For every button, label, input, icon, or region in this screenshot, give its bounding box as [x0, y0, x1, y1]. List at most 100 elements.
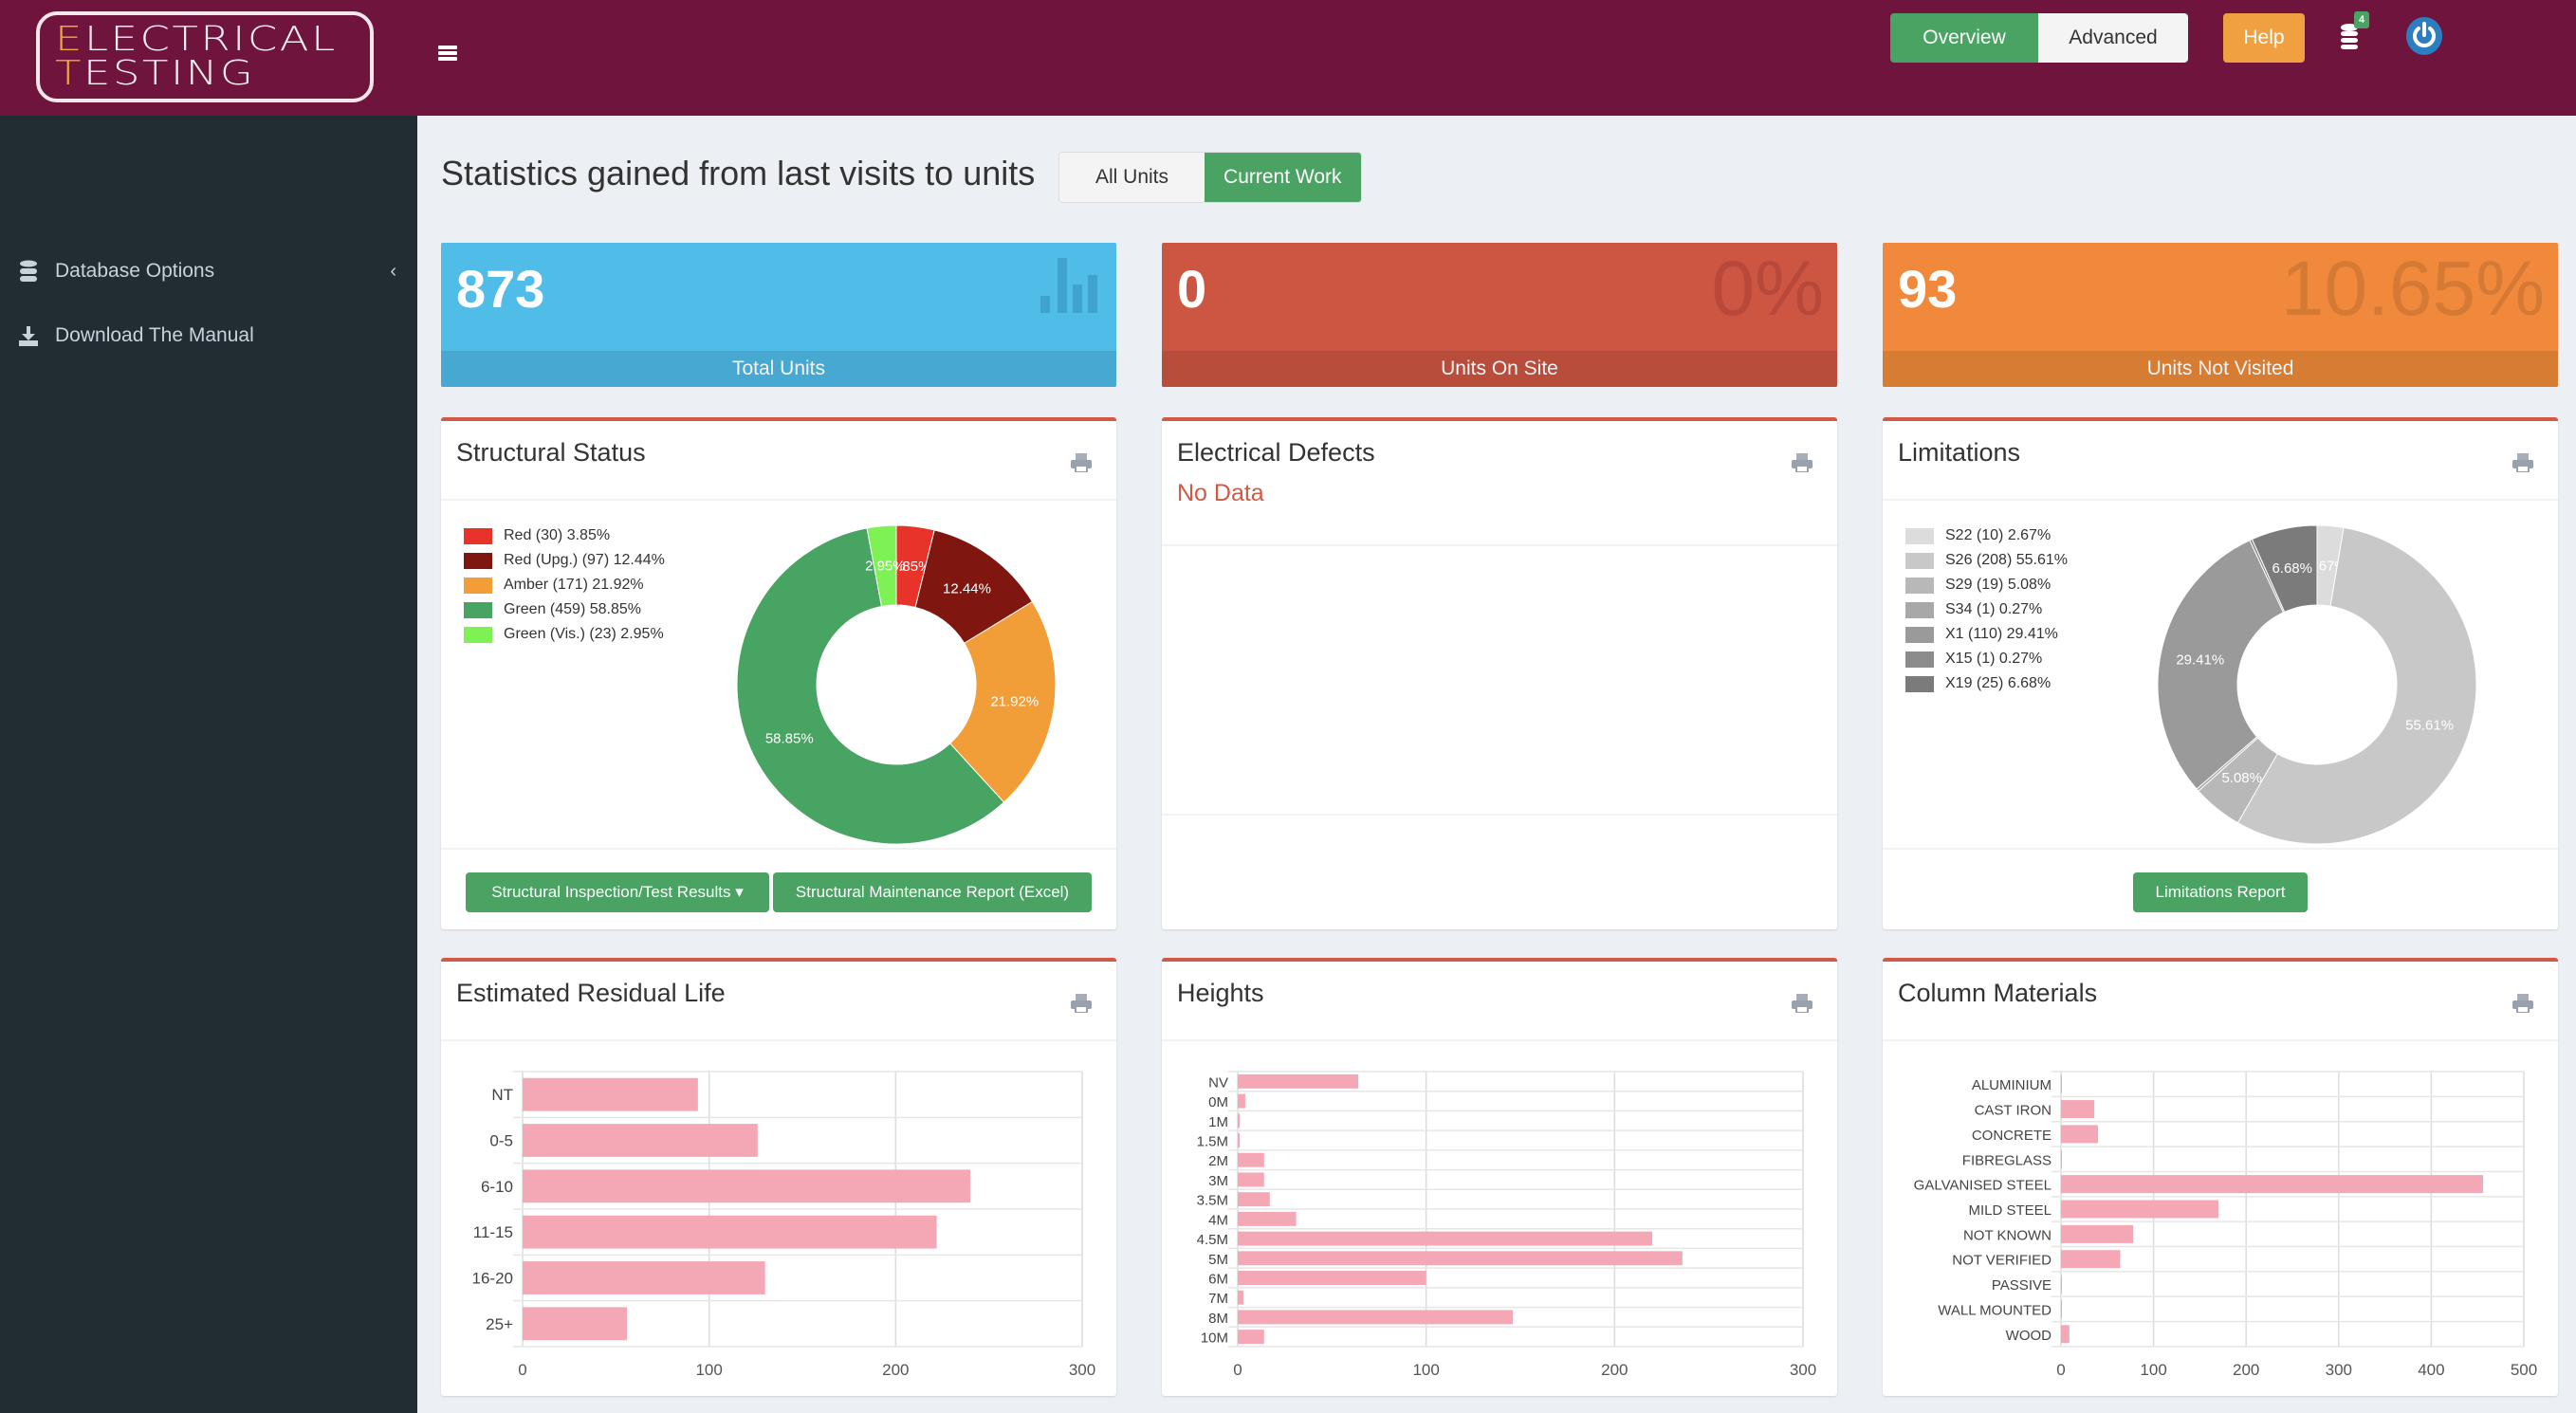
legend-label: X1 (110) 29.41% [1945, 626, 2058, 642]
page-title: Statistics gained from last visits to un… [441, 154, 1036, 193]
bar[interactable] [1238, 1152, 1264, 1167]
bar[interactable] [2061, 1125, 2099, 1144]
bar[interactable] [1238, 1192, 1270, 1207]
legend-swatch [1905, 601, 1934, 618]
bar[interactable] [523, 1077, 698, 1111]
bar[interactable] [2061, 1224, 2134, 1243]
legend-item[interactable]: S34 (1) 0.27% [1905, 597, 2068, 622]
bar[interactable] [2061, 1250, 2121, 1269]
y-tick-label: 4M [1208, 1212, 1228, 1228]
logo[interactable]: ELECTRICAL TESTING [36, 11, 374, 102]
notification-badge: 4 [2354, 11, 2369, 28]
legend-swatch [1905, 527, 1934, 544]
legend-item[interactable]: Green (459) 58.85% [464, 597, 665, 622]
legend-item[interactable]: X1 (110) 29.41% [1905, 622, 2068, 647]
bar[interactable] [2061, 1175, 2484, 1194]
all-units-button[interactable]: All Units [1059, 153, 1205, 202]
legend-item[interactable]: Amber (171) 21.92% [464, 573, 665, 597]
bar[interactable] [1238, 1093, 1245, 1109]
stat-label: Total Units [441, 351, 1116, 387]
x-tick-label: 400 [2418, 1361, 2444, 1379]
bar[interactable] [2061, 1074, 2062, 1093]
y-tick-label: 1M [1208, 1114, 1228, 1130]
y-tick-label: 0M [1208, 1094, 1228, 1110]
legend-swatch [464, 552, 492, 569]
legend-item[interactable]: Red (Upg.) (97) 12.44% [464, 548, 665, 573]
structural-results-dropdown-button[interactable]: Structural Inspection/Test Results ▾ [466, 872, 769, 912]
panel-electrical-defects: Electrical Defects No Data [1162, 417, 1837, 929]
legend-item[interactable]: S26 (208) 55.61% [1905, 548, 2068, 573]
bar[interactable] [1238, 1310, 1514, 1325]
bar[interactable] [2061, 1200, 2218, 1219]
y-tick-label: NV [1208, 1074, 1228, 1091]
bar[interactable] [1238, 1211, 1297, 1226]
sidebar-item-label: Database Options [55, 260, 215, 282]
bar[interactable] [523, 1169, 970, 1203]
y-tick-label: 1.5M [1197, 1134, 1228, 1150]
bar[interactable] [2061, 1275, 2062, 1294]
sidebar-item-download-manual[interactable]: Download The Manual [17, 324, 396, 347]
stat-label: Units Not Visited [1883, 351, 2558, 387]
print-icon[interactable] [2512, 994, 2533, 1013]
bar[interactable] [1238, 1133, 1240, 1147]
print-icon[interactable] [1792, 994, 1812, 1013]
bar[interactable] [1238, 1271, 1426, 1285]
bar[interactable] [2061, 1325, 2070, 1344]
stat-value: 873 [456, 259, 545, 319]
bar[interactable] [2061, 1100, 2095, 1119]
y-tick-label: 3M [1208, 1173, 1228, 1189]
legend-item[interactable]: Red (30) 3.85% [464, 523, 665, 548]
limitations-report-button[interactable]: Limitations Report [2133, 872, 2308, 912]
x-tick-label: 300 [2326, 1361, 2352, 1379]
hamburger-menu-icon[interactable] [438, 46, 457, 61]
bar[interactable] [523, 1261, 765, 1294]
bar[interactable] [523, 1307, 628, 1341]
overview-button[interactable]: Overview [1890, 13, 2038, 63]
chevron-left-icon[interactable]: ‹ [390, 261, 396, 283]
panel-title: Column Materials [1898, 979, 2098, 1007]
bar[interactable] [1238, 1290, 1243, 1305]
bar[interactable] [523, 1124, 758, 1157]
bar[interactable] [1238, 1172, 1264, 1187]
legend-item[interactable]: X19 (25) 6.68% [1905, 671, 2068, 696]
slice-label: 29.41% [2176, 652, 2224, 669]
bar[interactable] [1238, 1231, 1653, 1246]
bar[interactable] [1238, 1251, 1683, 1266]
legend-label: S26 (208) 55.61% [1945, 552, 2068, 568]
x-tick-label: 100 [1412, 1361, 1439, 1379]
bar[interactable] [2061, 1149, 2062, 1168]
bar[interactable] [523, 1215, 937, 1249]
bar[interactable] [1238, 1113, 1240, 1129]
help-button[interactable]: Help [2223, 13, 2305, 63]
sidebar-item-database-options[interactable]: Database Options ‹ [17, 260, 396, 283]
structural-maintenance-report-button[interactable]: Structural Maintenance Report (Excel) [773, 872, 1092, 912]
download-icon [19, 326, 38, 346]
bar[interactable] [1238, 1074, 1359, 1089]
legend-item[interactable]: Green (Vis.) (23) 2.95% [464, 622, 665, 647]
legend-label: X15 (1) 0.27% [1945, 651, 2043, 667]
legend-swatch [1905, 626, 1934, 643]
legend-item[interactable]: X15 (1) 0.27% [1905, 647, 2068, 671]
legend-label: Green (Vis.) (23) 2.95% [504, 626, 664, 642]
y-tick-label: 3.5M [1197, 1193, 1228, 1209]
stat-percent: 10.65% [2280, 246, 2545, 332]
print-icon[interactable] [1071, 453, 1092, 472]
legend-item[interactable]: S29 (19) 5.08% [1905, 573, 2068, 597]
print-icon[interactable] [2512, 453, 2533, 472]
bar[interactable] [2061, 1299, 2062, 1318]
legend-swatch [464, 577, 492, 594]
print-icon[interactable] [1071, 994, 1092, 1013]
y-tick-label: 4.5M [1197, 1232, 1228, 1248]
advanced-button[interactable]: Advanced [2038, 13, 2188, 63]
legend-item[interactable]: S22 (10) 2.67% [1905, 523, 2068, 548]
scope-toggle: All Units Current Work [1058, 152, 1362, 203]
print-icon[interactable] [1792, 453, 1812, 472]
y-tick-label: WALL MOUNTED [1938, 1302, 2052, 1318]
power-logout-icon[interactable] [2406, 17, 2442, 55]
y-tick-label: NT [491, 1086, 513, 1104]
panel-title: Electrical Defects [1177, 438, 1375, 467]
residual-life-bar-chart: 0 100 200 300 NT 0-5 6-10 11-15 16-20 25+ [472, 1071, 1095, 1379]
bar[interactable] [1238, 1330, 1264, 1345]
x-tick-label: 100 [2140, 1361, 2166, 1379]
current-work-button[interactable]: Current Work [1205, 153, 1361, 202]
